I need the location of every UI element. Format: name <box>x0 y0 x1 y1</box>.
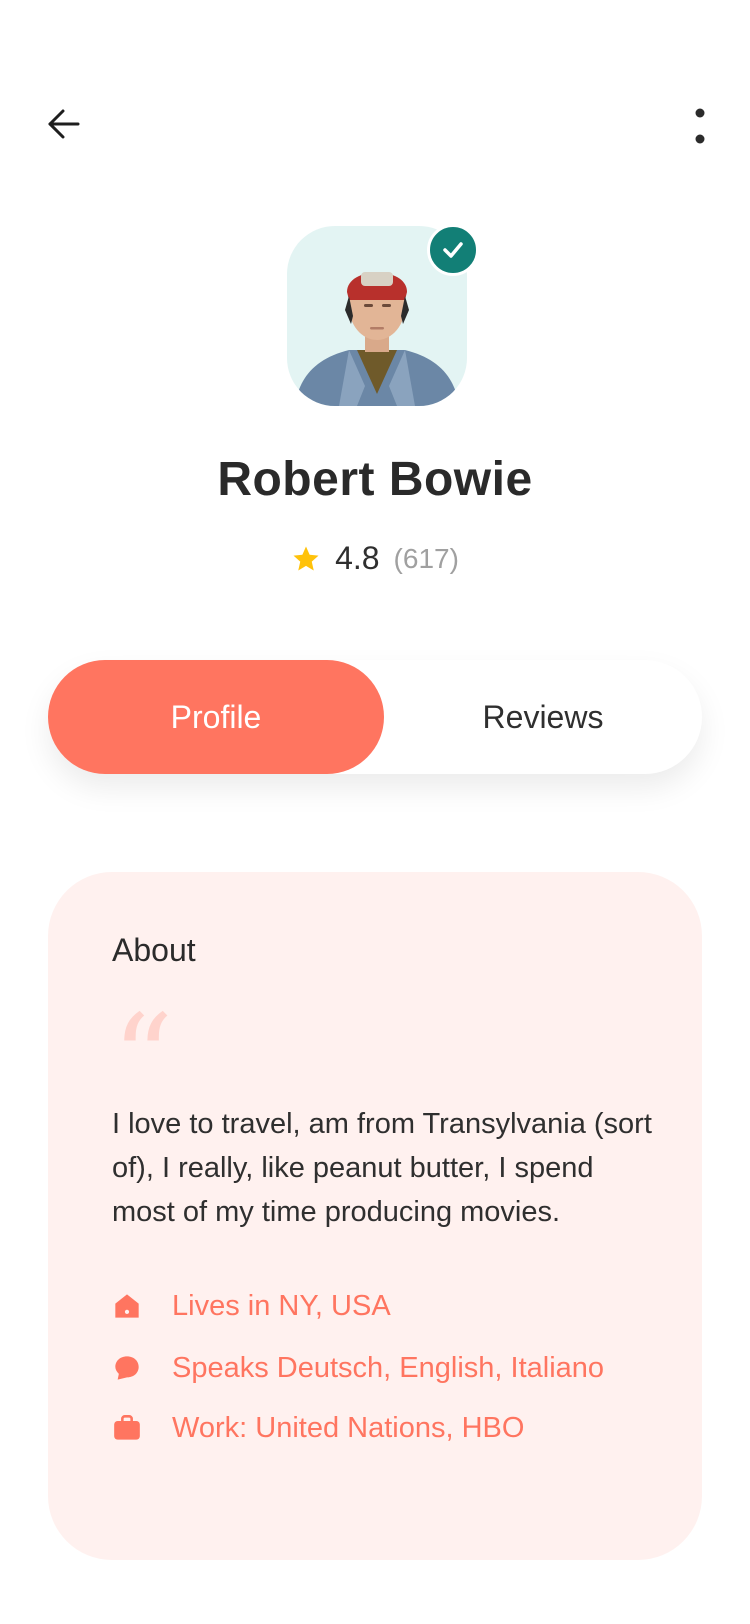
home-icon <box>112 1291 142 1321</box>
star-icon <box>293 546 319 570</box>
briefcase-icon <box>112 1413 142 1443</box>
verified-badge <box>427 224 479 276</box>
tab-profile[interactable]: Profile <box>48 660 384 774</box>
top-bar <box>0 0 750 220</box>
profile-tabs: Profile Reviews <box>48 660 702 774</box>
fact-work: Work: United Nations, HBO <box>112 1408 524 1448</box>
back-button[interactable] <box>40 100 88 148</box>
about-text: I love to travel, am from Transylvania (… <box>112 1108 652 1228</box>
fact-work-text: Work: United Nations, HBO <box>172 1411 525 1444</box>
chat-bubble-icon <box>112 1353 142 1383</box>
fact-languages: Speaks Deutsch, English, Italiano <box>112 1348 604 1388</box>
tab-reviews[interactable]: Reviews <box>384 660 702 774</box>
fact-location: Lives in NY, USA <box>112 1286 391 1326</box>
about-title: About <box>112 932 196 968</box>
more-options-button[interactable] <box>676 104 724 152</box>
profile-name: Robert Bowie <box>217 453 533 506</box>
fact-location-text: Lives in NY, USA <box>172 1289 391 1322</box>
more-vertical-icon <box>695 108 705 144</box>
arrow-left-icon <box>48 109 80 139</box>
check-icon <box>443 242 463 258</box>
rating-value: 4.8 <box>335 540 380 576</box>
about-card: About “ I love to travel, am from Transy… <box>48 872 702 1560</box>
fact-languages-text: Speaks Deutsch, English, Italiano <box>172 1351 605 1384</box>
avatar-container <box>287 224 479 406</box>
rating-row: 4.8 (617) <box>0 540 750 577</box>
review-count: (617) <box>393 542 459 574</box>
